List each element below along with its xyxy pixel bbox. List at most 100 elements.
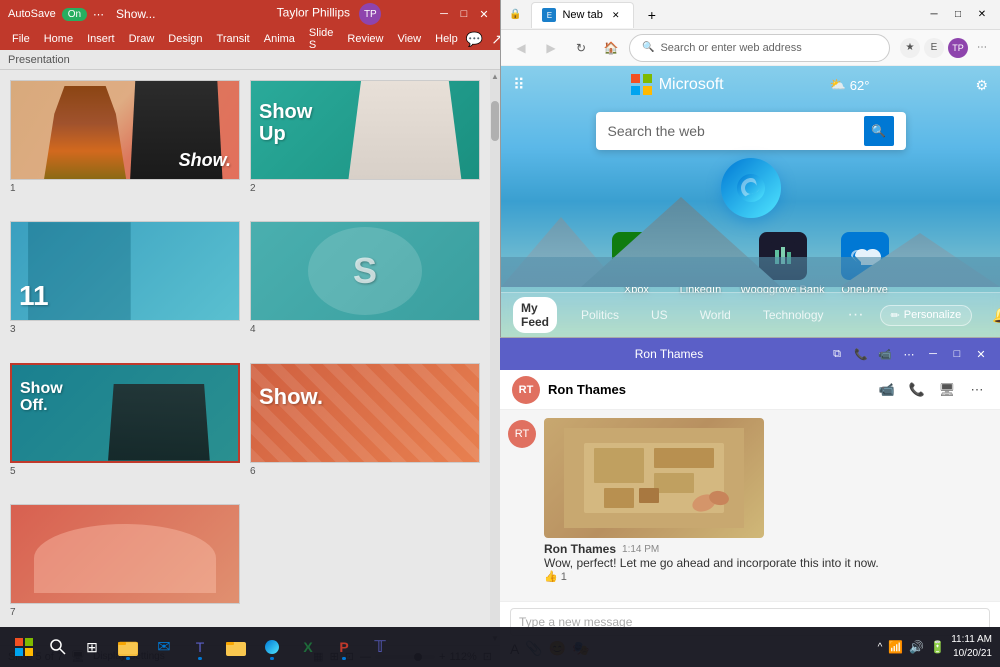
restore-button[interactable]: □ <box>456 6 472 22</box>
system-tray-chevron[interactable]: ^ <box>878 642 883 653</box>
minimize-button[interactable]: ─ <box>436 6 452 22</box>
notification-btn[interactable]: 🔔 <box>992 305 1000 325</box>
refresh-btn[interactable]: ↻ <box>569 36 593 60</box>
teams-close-btn[interactable]: ✕ <box>972 345 990 363</box>
slide-thumb-6[interactable]: Show. <box>250 363 480 463</box>
teams-contact-avatar: RT <box>512 376 540 404</box>
slide-thumb-1[interactable]: Show. <box>10 80 240 180</box>
search-box[interactable]: Search the web 🔍 <box>596 112 906 150</box>
ms-cell-green <box>643 74 652 83</box>
forward-btn[interactable]: ▶ <box>539 36 563 60</box>
menu-anima[interactable]: Anima <box>258 31 301 47</box>
tab-favicon: E <box>542 8 556 22</box>
start-button[interactable] <box>8 631 40 663</box>
ms-cell-blue <box>631 86 640 95</box>
browser-close-btn[interactable]: ✕ <box>972 6 992 24</box>
teams-audio-call-icon[interactable]: 📞 <box>906 379 928 401</box>
slide-thumb-2[interactable]: ShowUp <box>250 80 480 180</box>
ms-cell-red <box>631 74 640 83</box>
teams-video-call-icon[interactable]: 📹 <box>876 379 898 401</box>
slide-thumb-5[interactable]: ShowOff. <box>10 363 240 463</box>
home-btn[interactable]: 🏠 <box>599 36 623 60</box>
temperature: 62° <box>850 78 870 93</box>
teams-titlebar: Ron Thames ⧉ 📞 📹 ⋯ ─ □ ✕ <box>500 338 1000 370</box>
excel-btn[interactable]: X <box>292 631 324 663</box>
slide-3-text: 11 <box>19 280 49 312</box>
search-placeholder: Search the web <box>608 123 856 139</box>
system-time[interactable]: 11:11 AM 10/20/21 <box>951 633 992 661</box>
slide-thumb-7[interactable] <box>10 504 240 604</box>
menu-design[interactable]: Design <box>162 31 208 47</box>
expand-icon[interactable]: ⋯ <box>93 8 104 21</box>
slide-5-text: ShowOff. <box>20 380 63 415</box>
menu-bar: File Home Insert Draw Design Transit Ani… <box>0 28 500 50</box>
menu-review[interactable]: Review <box>341 31 389 47</box>
tab-close-btn[interactable]: ✕ <box>609 8 623 22</box>
back-btn[interactable]: ◀ <box>509 36 533 60</box>
profile-icon[interactable]: TP <box>948 38 968 58</box>
teams-more-actions-icon[interactable]: ⋯ <box>966 379 988 401</box>
mail-btn[interactable]: ✉ <box>148 631 180 663</box>
menu-home[interactable]: Home <box>38 31 79 47</box>
settings-icon[interactable]: ⚙ <box>975 77 988 94</box>
teams-btn[interactable]: T <box>184 631 216 663</box>
teams-taskbar-btn[interactable]: 𝕋 <box>364 631 396 663</box>
teams-screen-share-icon[interactable]: 🖥 <box>936 379 958 401</box>
feed-more-btn[interactable]: ··· <box>848 306 864 324</box>
address-bar[interactable]: 🔍 Search or enter web address <box>629 34 890 62</box>
teams-copy-btn[interactable]: ⧉ <box>828 345 846 363</box>
taskbar-search-btn[interactable] <box>44 633 72 661</box>
menu-slide-s[interactable]: Slide S <box>303 25 339 53</box>
teams-call-btn[interactable]: 📞 <box>852 345 870 363</box>
browser-tab-new[interactable]: E New tab ✕ <box>531 2 633 28</box>
ext-icon-1[interactable]: E <box>924 38 944 58</box>
slide-5-num: 5 <box>10 465 240 478</box>
sender-avatar: RT <box>508 420 536 448</box>
menu-transit[interactable]: Transit <box>211 31 256 47</box>
collections-icon[interactable]: ★ <box>900 38 920 58</box>
more-options-icon[interactable]: ⋯ <box>972 38 992 58</box>
user-avatar[interactable]: TP <box>359 3 381 25</box>
menu-insert[interactable]: Insert <box>81 31 121 47</box>
apps-icon[interactable]: ⠿ <box>513 75 525 95</box>
close-button[interactable]: ✕ <box>476 6 492 22</box>
autosave-label: AutoSave <box>8 8 56 20</box>
teams-restore-btn[interactable]: □ <box>948 345 966 363</box>
teams-more-btn[interactable]: ⋯ <box>900 345 918 363</box>
feed-tab-myfeed[interactable]: My Feed <box>513 297 557 333</box>
tab-title: New tab <box>562 9 602 21</box>
microsoft-logo: Microsoft <box>631 74 724 96</box>
slides-scrollbar[interactable]: ▲ ▼ <box>490 70 500 645</box>
edge-taskbar-btn[interactable] <box>256 631 288 663</box>
slide-thumb-3[interactable]: 11 <box>10 221 240 321</box>
teams-minimize-btn[interactable]: ─ <box>924 345 942 363</box>
task-view-btn[interactable]: ⊞ <box>76 631 108 663</box>
file-explorer-btn[interactable] <box>112 631 144 663</box>
feed-tab-us[interactable]: US <box>643 304 676 326</box>
weather-widget[interactable]: ⛅ 62° <box>830 77 870 93</box>
new-tab-header: ⠿ Microsoft ⛅ 62° ⚙ <box>501 66 1000 104</box>
browser-restore-btn[interactable]: □ <box>948 6 968 24</box>
new-tab-btn[interactable]: + <box>640 3 664 27</box>
menu-draw[interactable]: Draw <box>123 31 161 47</box>
menu-file[interactable]: File <box>6 31 36 47</box>
search-button[interactable]: 🔍 <box>864 116 894 146</box>
feed-tab-politics[interactable]: Politics <box>573 304 627 326</box>
teams-video-btn[interactable]: 📹 <box>876 345 894 363</box>
scrollbar-thumb[interactable] <box>491 101 499 141</box>
feed-tab-technology[interactable]: Technology <box>755 304 832 326</box>
feed-tab-world[interactable]: World <box>692 304 739 326</box>
powerpoint-btn[interactable]: P <box>328 631 360 663</box>
personalize-btn[interactable]: ✏ Personalize <box>880 305 973 326</box>
message-reaction[interactable]: 👍 1 <box>544 570 992 583</box>
message-time: 1:14 PM <box>622 544 659 555</box>
autosave-toggle[interactable]: On <box>62 8 87 21</box>
slide-thumb-4[interactable]: S <box>250 221 480 321</box>
menu-view[interactable]: View <box>391 31 427 47</box>
menu-help[interactable]: Help <box>429 31 464 47</box>
folder-btn[interactable] <box>220 631 252 663</box>
comment-icon[interactable]: 💬 <box>466 31 483 48</box>
breadcrumb-label: Presentation <box>8 54 70 66</box>
browser-minimize-btn[interactable]: ─ <box>924 6 944 24</box>
teams-chat-header: RT Ron Thames 📹 📞 🖥 ⋯ <box>500 370 1000 410</box>
